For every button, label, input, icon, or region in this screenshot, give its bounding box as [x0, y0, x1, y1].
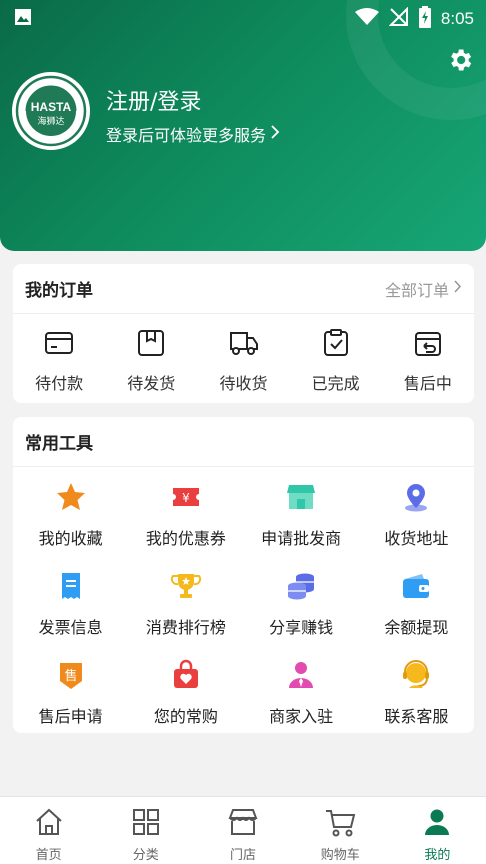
tool-label: 余额提现	[384, 618, 449, 637]
shop-icon	[285, 481, 317, 517]
tool-label: 收货地址	[384, 529, 449, 548]
gallery-notification-icon	[14, 8, 32, 30]
tool-withdraw[interactable]: 余额提现	[359, 570, 474, 659]
clock: 8:05	[440, 9, 474, 28]
order-pending-shipment[interactable]: 待发货	[111, 328, 191, 394]
truck-icon	[227, 328, 259, 362]
tools-header: 常用工具	[13, 417, 474, 467]
heart-bag-icon	[170, 659, 202, 695]
tool-label: 分享赚钱	[269, 618, 334, 637]
nav-cart[interactable]: 购物车	[292, 797, 389, 864]
home-icon	[34, 807, 64, 841]
grid-icon	[131, 807, 161, 841]
login-subtitle-link[interactable]: 登录后可体验更多服务	[106, 122, 280, 146]
nav-home[interactable]: 首页	[0, 797, 97, 864]
coupon-icon: ¥	[170, 481, 202, 517]
svg-text:售: 售	[64, 668, 77, 684]
tool-merchant[interactable]: 商家入驻	[244, 659, 359, 748]
tools-card: 常用工具 我的收藏 ¥ 我的优惠券 申请批发商 收货地址 发票信息 消费排行榜 …	[13, 417, 474, 733]
nav-mine[interactable]: 我的	[389, 797, 486, 864]
orders-card: 我的订单 全部订单 待付款 待发货 待收货 已完成 售后中	[13, 264, 474, 403]
merchant-icon	[285, 659, 317, 695]
store-icon	[228, 807, 258, 841]
all-orders-label: 全部订单	[384, 280, 449, 300]
tool-address[interactable]: 收货地址	[359, 481, 474, 570]
no-signal-icon	[388, 6, 409, 31]
tool-ranking[interactable]: 消费排行榜	[128, 570, 243, 659]
profile-header: 8:05 HASTA 海狮达 注册/登录 登录后可体验更多服务	[0, 0, 486, 251]
orders-title: 我的订单	[25, 281, 93, 301]
tool-label: 我的收藏	[38, 529, 103, 548]
order-pending-receipt[interactable]: 待收货	[203, 328, 283, 394]
chevron-right-icon	[453, 279, 462, 298]
battery-charging-icon	[418, 6, 431, 32]
orders-header: 我的订单 全部订单	[13, 264, 474, 314]
nav-label: 购物车	[320, 848, 360, 863]
wallet-icon	[400, 570, 432, 606]
tool-favorites[interactable]: 我的收藏	[13, 481, 128, 570]
all-orders-link[interactable]: 全部订单	[385, 277, 462, 301]
nav-label: 门店	[230, 848, 257, 863]
tool-label: 发票信息	[38, 618, 103, 637]
nav-category[interactable]: 分类	[97, 797, 194, 864]
coins-icon	[285, 570, 317, 606]
tool-frequent[interactable]: 您的常购	[128, 659, 243, 748]
return-box-icon	[413, 328, 443, 362]
order-pending-payment[interactable]: 待付款	[19, 328, 99, 394]
chevron-right-icon	[270, 124, 280, 144]
nav-label: 我的	[424, 848, 451, 863]
card-icon	[44, 328, 74, 362]
login-title[interactable]: 注册/登录	[106, 84, 201, 116]
tool-label: 您的常购	[153, 707, 218, 726]
star-icon	[55, 481, 87, 517]
aftersale-badge-icon: 售	[55, 659, 87, 695]
nav-label: 首页	[35, 848, 62, 863]
clipboard-check-icon	[321, 328, 351, 362]
tool-label: 商家入驻	[269, 707, 334, 726]
avatar-brand-cn-text: 海狮达	[37, 115, 64, 127]
headset-icon	[400, 659, 432, 695]
tool-label: 我的优惠券	[145, 529, 226, 548]
order-label: 待发货	[127, 374, 176, 393]
wifi-icon	[354, 8, 379, 30]
order-label: 已完成	[311, 374, 360, 393]
order-after-sale[interactable]: 售后中	[388, 328, 468, 394]
location-icon	[400, 481, 432, 517]
order-label: 待付款	[35, 374, 84, 393]
tool-invoice[interactable]: 发票信息	[13, 570, 128, 659]
order-label: 售后中	[403, 374, 452, 393]
bottom-nav: 首页 分类 门店 购物车 我的	[0, 796, 486, 864]
login-subtitle-text: 登录后可体验更多服务	[106, 126, 267, 145]
svg-text:¥: ¥	[182, 491, 190, 505]
avatar[interactable]: HASTA 海狮达	[12, 72, 90, 150]
cart-icon	[324, 807, 356, 841]
invoice-icon	[55, 570, 87, 606]
tool-wholesaler[interactable]: 申请批发商	[244, 481, 359, 570]
nav-store[interactable]: 门店	[194, 797, 291, 864]
package-icon	[136, 328, 166, 362]
user-icon	[422, 807, 452, 841]
settings-gear-icon[interactable]	[446, 46, 474, 78]
tool-label: 联系客服	[384, 707, 449, 726]
order-label: 待收货	[219, 374, 268, 393]
tool-customer-service[interactable]: 联系客服	[359, 659, 474, 748]
tool-label: 售后申请	[38, 707, 103, 726]
tools-title: 常用工具	[25, 434, 93, 454]
trophy-icon	[170, 570, 202, 606]
tool-coupons[interactable]: ¥ 我的优惠券	[128, 481, 243, 570]
tool-aftersale[interactable]: 售 售后申请	[13, 659, 128, 748]
nav-label: 分类	[132, 848, 159, 863]
tool-share-earn[interactable]: 分享赚钱	[244, 570, 359, 659]
order-completed[interactable]: 已完成	[296, 328, 376, 394]
avatar-brand-text: HASTA	[31, 100, 72, 114]
tool-label: 申请批发商	[261, 529, 342, 548]
tool-label: 消费排行榜	[145, 618, 226, 637]
status-bar: 8:05	[0, 0, 486, 34]
